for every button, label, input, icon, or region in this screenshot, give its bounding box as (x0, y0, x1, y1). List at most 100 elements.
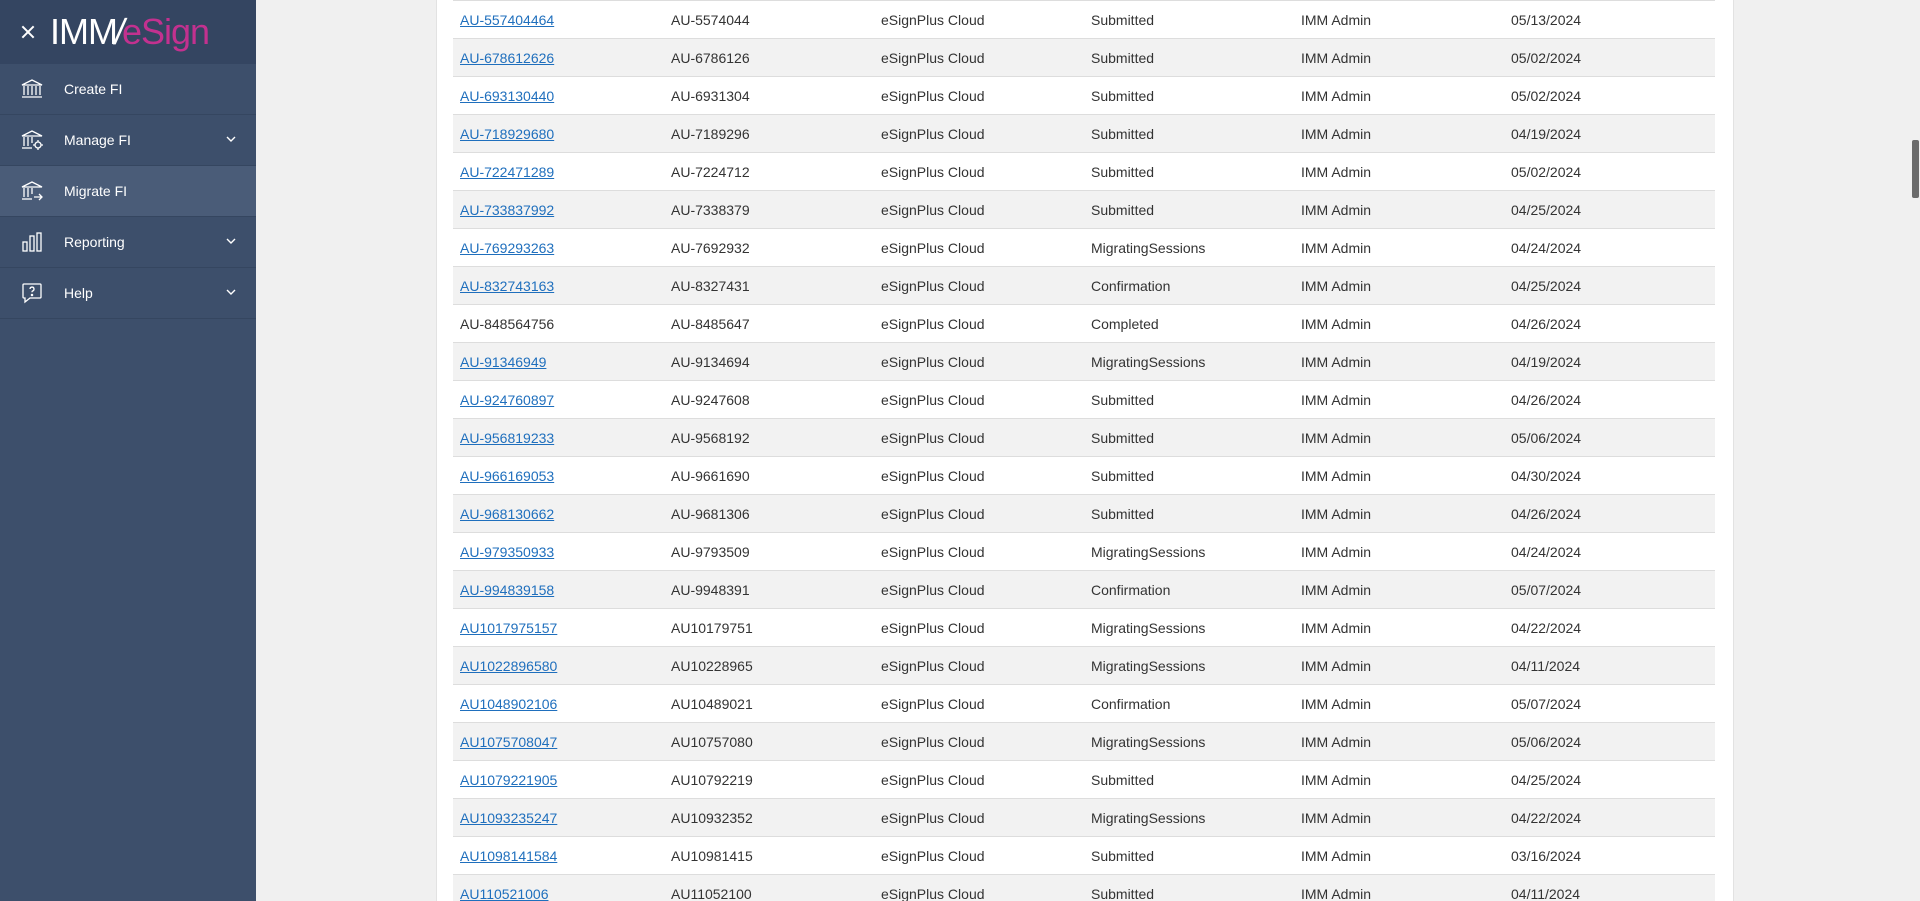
sidebar-item-manage-fi[interactable]: Manage FI (0, 115, 256, 166)
cell-fi-code: AU11052100 (664, 874, 874, 901)
migration-id-link[interactable]: AU-678612626 (460, 50, 554, 66)
cell-status: MigratingSessions (1084, 608, 1294, 647)
migration-id-link[interactable]: AU1048902106 (460, 696, 557, 712)
cell-date: 04/19/2024 (1504, 342, 1715, 381)
bank-gear-icon (20, 128, 44, 152)
logo-esign-text: eSign (122, 11, 210, 52)
chevron-down-icon[interactable] (224, 285, 238, 299)
sidebar-item-label: Manage FI (64, 132, 131, 148)
cell-date: 04/30/2024 (1504, 456, 1715, 495)
cell-fi-code: AU-9134694 (664, 342, 874, 381)
cell-migration-id: AU1075708047 (453, 722, 664, 761)
cell-date: 04/25/2024 (1504, 190, 1715, 229)
close-icon[interactable] (18, 22, 38, 42)
migration-id-link[interactable]: AU1093235247 (460, 810, 557, 826)
cell-date: 04/24/2024 (1504, 228, 1715, 267)
cell-status: MigratingSessions (1084, 228, 1294, 267)
cell-date: 05/02/2024 (1504, 38, 1715, 77)
cell-fi-code: AU10981415 (664, 836, 874, 875)
cell-migration-id: AU-678612626 (453, 38, 664, 77)
migration-id-link[interactable]: AU-718929680 (460, 126, 554, 142)
cell-fi-code: AU-6931304 (664, 76, 874, 115)
cell-platform: eSignPlus Cloud (874, 722, 1084, 761)
cell-status: MigratingSessions (1084, 722, 1294, 761)
cell-migration-id: AU-832743163 (453, 266, 664, 305)
cell-migration-id: AU-693130440 (453, 76, 664, 115)
migration-id-link[interactable]: AU-956819233 (460, 430, 554, 446)
cell-user: IMM Admin (1294, 380, 1504, 419)
cell-platform: eSignPlus Cloud (874, 0, 1084, 39)
cell-user: IMM Admin (1294, 646, 1504, 685)
cell-date: 04/11/2024 (1504, 874, 1715, 901)
page-scrollbar[interactable] (1910, 0, 1920, 901)
migration-id-link[interactable]: AU-733837992 (460, 202, 554, 218)
chevron-down-icon[interactable] (224, 132, 238, 146)
cell-status: Submitted (1084, 760, 1294, 799)
table-row: AU-91346949 AU-9134694 eSignPlus Cloud Migr… (453, 342, 1715, 381)
migration-table: AU-557404464 AU-5574044 eSignPlus Cloud Sub… (453, 0, 1715, 901)
migration-id-link[interactable]: AU-91346949 (460, 354, 546, 370)
cell-fi-code: AU10489021 (664, 684, 874, 723)
cell-platform: eSignPlus Cloud (874, 798, 1084, 837)
cell-fi-code: AU-9568192 (664, 418, 874, 457)
cell-platform: eSignPlus Cloud (874, 646, 1084, 685)
cell-date: 04/25/2024 (1504, 760, 1715, 799)
table-row: AU-733837992 AU-7338379 eSignPlus Cloud Sub… (453, 190, 1715, 229)
cell-status: Confirmation (1084, 266, 1294, 305)
migration-id-link[interactable]: AU-968130662 (460, 506, 554, 522)
cell-user: IMM Admin (1294, 836, 1504, 875)
cell-status: Submitted (1084, 114, 1294, 153)
logo-imm-text: IMM (50, 11, 118, 52)
migration-id-link[interactable]: AU110521006 (460, 886, 548, 901)
scrollbar-thumb[interactable] (1912, 140, 1919, 198)
migration-id-link[interactable]: AU-832743163 (460, 278, 554, 294)
cell-fi-code: AU-9948391 (664, 570, 874, 609)
table-row: AU-979350933 AU-9793509 eSignPlus Cloud Mig… (453, 532, 1715, 571)
migration-id-link[interactable]: AU-924760897 (460, 392, 554, 408)
migration-id-link[interactable]: AU1098141584 (460, 848, 557, 864)
cell-platform: eSignPlus Cloud (874, 874, 1084, 901)
migration-id-link[interactable]: AU1075708047 (460, 734, 557, 750)
migration-id-link[interactable]: AU-979350933 (460, 544, 554, 560)
migration-id-link[interactable]: AU1017975157 (460, 620, 557, 636)
cell-fi-code: AU10179751 (664, 608, 874, 647)
migration-id-link[interactable]: AU-557404464 (460, 12, 554, 28)
cell-status: Submitted (1084, 380, 1294, 419)
cell-fi-code: AU-7224712 (664, 152, 874, 191)
cell-platform: eSignPlus Cloud (874, 836, 1084, 875)
migration-id-link[interactable]: AU-966169053 (460, 468, 554, 484)
cell-date: 04/26/2024 (1504, 494, 1715, 533)
cell-fi-code: AU-9247608 (664, 380, 874, 419)
table-row: AU1098141584 AU10981415 eSignPlus Cloud Sub… (453, 836, 1715, 875)
migration-table-panel: AU-557404464 AU-5574044 eSignPlus Cloud Sub… (436, 0, 1734, 901)
migration-id-link[interactable]: AU1079221905 (460, 772, 557, 788)
cell-status: Submitted (1084, 418, 1294, 457)
cell-date: 04/19/2024 (1504, 114, 1715, 153)
chevron-down-icon[interactable] (224, 234, 238, 248)
table-row: AU-769293263 AU-7692932 eSignPlus Cloud Mig… (453, 228, 1715, 267)
cell-platform: eSignPlus Cloud (874, 114, 1084, 153)
sidebar-item-create-fi[interactable]: Create FI (0, 64, 256, 115)
cell-user: IMM Admin (1294, 418, 1504, 457)
cell-status: Submitted (1084, 836, 1294, 875)
cell-migration-id: AU-848564756 (453, 304, 664, 343)
cell-migration-id: AU-557404464 (453, 0, 664, 39)
sidebar-item-migrate-fi[interactable]: Migrate FI (0, 166, 256, 217)
cell-platform: eSignPlus Cloud (874, 684, 1084, 723)
sidebar-item-reporting[interactable]: Reporting (0, 217, 256, 268)
cell-user: IMM Admin (1294, 152, 1504, 191)
migration-id-link[interactable]: AU-769293263 (460, 240, 554, 256)
cell-platform: eSignPlus Cloud (874, 76, 1084, 115)
sidebar-item-help[interactable]: Help (0, 268, 256, 319)
cell-user: IMM Admin (1294, 304, 1504, 343)
cell-platform: eSignPlus Cloud (874, 608, 1084, 647)
cell-migration-id: AU110521006 (453, 874, 664, 901)
cell-migration-id: AU-722471289 (453, 152, 664, 191)
cell-date: 05/13/2024 (1504, 0, 1715, 39)
migration-id-link[interactable]: AU-693130440 (460, 88, 554, 104)
migration-id-link[interactable]: AU-994839158 (460, 582, 554, 598)
cell-platform: eSignPlus Cloud (874, 760, 1084, 799)
migration-id-link[interactable]: AU-722471289 (460, 164, 554, 180)
migration-id-link[interactable]: AU1022896580 (460, 658, 557, 674)
cell-user: IMM Admin (1294, 760, 1504, 799)
